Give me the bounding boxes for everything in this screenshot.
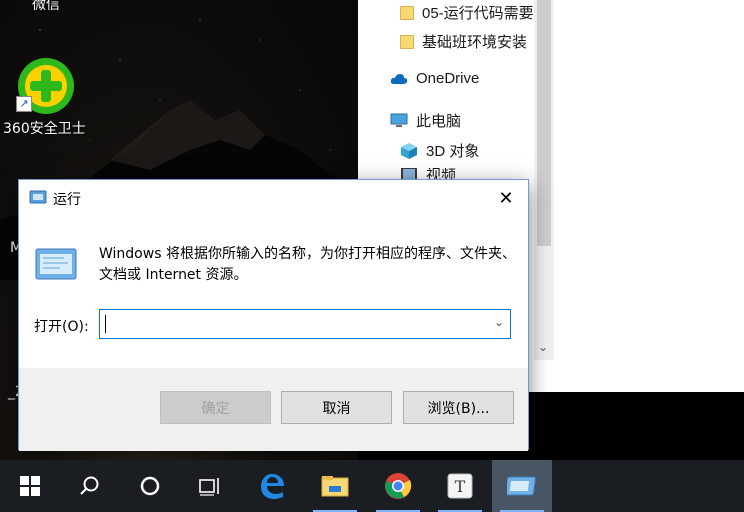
start-icon (20, 476, 40, 496)
cloud-icon (390, 73, 408, 84)
run-program-icon (35, 248, 77, 280)
nav-item-label: 3D 对象 (426, 143, 480, 160)
nav-item-label: 此电脑 (416, 113, 462, 130)
chrome-icon (385, 473, 412, 499)
task-view-icon (199, 478, 219, 496)
task-view-button[interactable] (180, 460, 240, 512)
desktop-icon-label-360[interactable]: 360安全卫士 (3, 118, 86, 138)
run-dialog: 运行 ✕ Windows 将根据你所输入的名称，为你打开相应的程序、文件夹、文档… (18, 179, 529, 451)
taskbar: T (0, 460, 744, 512)
nav-item-this-pc[interactable]: 此电脑 (390, 110, 461, 131)
browse-button[interactable]: 浏览(B)... (403, 391, 514, 424)
chevron-down-icon[interactable]: ⌄ (494, 315, 504, 329)
cortana-icon (140, 476, 160, 496)
dialog-titlebar[interactable]: 运行 ✕ (19, 180, 528, 216)
folder-icon (400, 5, 414, 20)
close-button[interactable]: ✕ (484, 180, 528, 216)
open-combobox[interactable]: ⌄ (99, 309, 511, 339)
run-icon (507, 476, 536, 496)
svg-text:T: T (455, 477, 466, 496)
open-field-label: 打开(O): (34, 319, 89, 335)
file-explorer-taskbar-button[interactable] (305, 460, 365, 512)
explorer-nav-scrollbar[interactable]: ⌄ (534, 0, 554, 360)
edge-taskbar-button[interactable] (242, 460, 302, 512)
scrollbar-thumb[interactable] (537, 0, 551, 246)
chrome-taskbar-button[interactable] (368, 460, 428, 512)
nav-item-label: 05-运行代码需要 (422, 5, 534, 22)
cancel-button[interactable]: 取消 (281, 391, 392, 424)
nav-item-label: OneDrive (416, 70, 480, 87)
folder-icon (400, 34, 414, 49)
dialog-footer: 确定 取消 浏览(B)... (19, 368, 528, 451)
computer-icon (390, 113, 408, 127)
nav-item-folder-env[interactable]: 基础班环境安装 (400, 31, 527, 52)
search-button[interactable] (60, 460, 120, 512)
cortana-button[interactable] (120, 460, 180, 512)
dialog-description: Windows 将根据你所输入的名称，为你打开相应的程序、文件夹、文档或 Int… (99, 246, 516, 283)
nav-item-label: 基础班环境安装 (422, 34, 528, 51)
typora-taskbar-button[interactable]: T (430, 460, 490, 512)
file-explorer-icon (321, 476, 349, 497)
text-caret (105, 315, 106, 333)
nav-item-onedrive[interactable]: OneDrive (390, 70, 479, 87)
chevron-down-icon[interactable]: ⌄ (538, 340, 548, 354)
close-icon: ✕ (498, 187, 514, 209)
nav-item-3d-objects[interactable]: 3D 对象 (400, 140, 479, 161)
shortcut-arrow-icon: ↗ (16, 96, 32, 112)
run-icon (29, 190, 47, 204)
desktop-icon-label-wechat[interactable]: 微信 (32, 0, 60, 14)
cube-icon (401, 142, 417, 159)
run-taskbar-button[interactable] (492, 460, 552, 512)
search-icon (80, 476, 99, 495)
dialog-title: 运行 (53, 192, 81, 208)
nav-item-folder-05[interactable]: 05-运行代码需要 (400, 2, 534, 23)
typora-icon: T (447, 473, 473, 499)
ok-button[interactable]: 确定 (160, 391, 271, 424)
start-button[interactable] (0, 460, 60, 512)
edge-icon (261, 474, 284, 499)
